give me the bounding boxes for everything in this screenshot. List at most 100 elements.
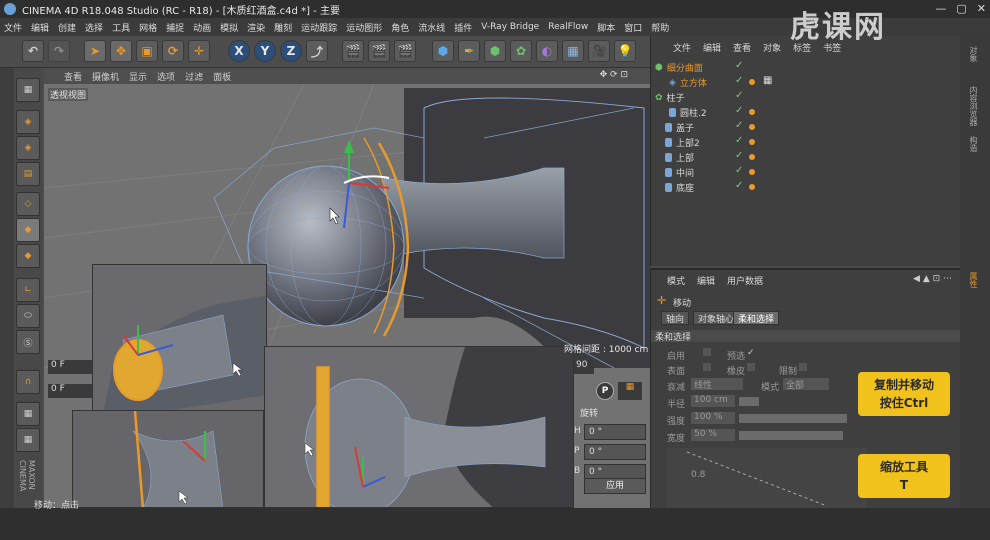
viewport[interactable]: 查看 摄像机 显示 选项 过滤 面板 ✥ ⟳ ⊡ 透视视图 网格间距: 100… (44, 68, 650, 508)
om-menu-view[interactable]: 查看 (733, 41, 751, 57)
object-row[interactable]: 圆柱.2 (651, 105, 961, 120)
menu-tools[interactable]: 工具 (112, 21, 130, 34)
menu-realflow[interactable]: RealFlow (548, 22, 588, 32)
width-slider[interactable] (739, 431, 843, 440)
object-row[interactable]: 底座 (651, 180, 961, 195)
frame-start-field[interactable]: 0 F (48, 360, 92, 374)
z-axis-lock-button[interactable]: Z (280, 40, 302, 62)
y-axis-lock-button[interactable]: Y (254, 40, 276, 62)
axis-mode-button[interactable]: ∟ (16, 278, 40, 302)
tab-objects[interactable]: 对象 (968, 46, 979, 62)
apply-button[interactable]: 应用 (584, 478, 646, 494)
pen-spline-button[interactable]: ✒ (458, 40, 480, 62)
visibility-check-icon[interactable]: ✓ (735, 180, 743, 191)
menu-select[interactable]: 选择 (85, 21, 103, 34)
x-axis-lock-button[interactable]: X (228, 40, 250, 62)
material-tag-icon[interactable] (749, 79, 755, 85)
lock-workplane-button[interactable]: ▦ (16, 428, 40, 452)
deformer-button[interactable]: ◐ (536, 40, 558, 62)
array-button[interactable]: ✿ (510, 40, 532, 62)
texture-mode-button[interactable]: ◈ (16, 136, 40, 160)
material-tag-icon[interactable] (749, 124, 755, 130)
scale-tool-button[interactable]: ▣ (136, 40, 158, 62)
preview-check-icon[interactable]: ✓ (747, 348, 755, 358)
magnet-button[interactable]: ∩ (16, 370, 40, 394)
minimize-button[interactable]: — (935, 2, 946, 15)
maximize-button[interactable]: ▢ (956, 2, 966, 15)
checker-tag-icon[interactable]: ▦ (763, 75, 772, 86)
am-menu-userdata[interactable]: 用户数据 (727, 274, 763, 287)
vp-menu-panel[interactable]: 面板 (213, 70, 231, 83)
object-row[interactable]: 上部2 (651, 135, 961, 150)
object-row[interactable]: ✿ 柱子 (651, 90, 961, 105)
render-picture-viewer-button[interactable]: 🎬 (368, 40, 390, 62)
viewport-nav-icons[interactable]: ✥ ⟳ ⊡ (600, 70, 628, 80)
object-row[interactable]: ◈ 立方体 (651, 75, 961, 90)
material-tag-icon[interactable] (749, 169, 755, 175)
object-row[interactable]: 中间 (651, 165, 961, 180)
frame-current-field[interactable]: 0 F (48, 384, 92, 398)
make-editable-button[interactable]: ▦ (16, 78, 40, 102)
tweak-mode-button[interactable]: ⬭ (16, 304, 40, 328)
width-field[interactable]: 50 % (691, 429, 735, 441)
visibility-check-icon[interactable]: ✓ (735, 120, 743, 131)
tab-content-browser[interactable]: 内容浏览器 (968, 86, 979, 126)
camera-button[interactable]: 🎥 (588, 40, 610, 62)
rotation-h-field[interactable]: 0 ° (584, 424, 646, 440)
menu-mesh[interactable]: 网格 (139, 21, 157, 34)
redo-button[interactable]: ↷ (48, 40, 70, 62)
om-menu-object[interactable]: 对象 (763, 41, 781, 57)
material-tag-icon[interactable] (749, 109, 755, 115)
menu-help[interactable]: 帮助 (651, 21, 669, 34)
om-menu-file[interactable]: 文件 (673, 41, 691, 57)
menu-sculpt[interactable]: 雕刻 (274, 21, 292, 34)
object-row[interactable]: 盖子 (651, 120, 961, 135)
coordinate-system-button[interactable]: ⤴ (306, 40, 328, 62)
mode-dropdown[interactable]: 全部 (783, 378, 829, 391)
subdivision-button[interactable]: ⬢ (484, 40, 506, 62)
rubber-checkbox[interactable] (747, 363, 755, 371)
radius-field[interactable]: 100 cm (691, 395, 735, 407)
timeline-options-button[interactable]: ▦ (618, 382, 642, 400)
menu-motion-tracking[interactable]: 运动跟踪 (301, 21, 337, 34)
points-mode-button[interactable]: ◇ (16, 192, 40, 216)
tab-soft-selection[interactable]: 柔和选择 (733, 311, 780, 325)
edges-mode-button[interactable]: ◆ (16, 218, 40, 242)
limit-checkbox[interactable] (799, 363, 807, 371)
menu-simulate[interactable]: 模拟 (220, 21, 238, 34)
menu-mograph[interactable]: 运动图形 (346, 21, 382, 34)
menu-window[interactable]: 窗口 (624, 21, 642, 34)
object-row[interactable]: ⬢ 细分曲面 (651, 60, 961, 75)
attribute-nav-icons[interactable]: ◀ ▲ ⊡ ⋯ (913, 274, 952, 284)
menu-snap[interactable]: 捕捉 (166, 21, 184, 34)
menu-render[interactable]: 渲染 (247, 21, 265, 34)
snap-button[interactable]: Ⓢ (16, 330, 40, 354)
cube-object-button[interactable]: ⬢ (432, 40, 454, 62)
workplane-grid-button[interactable]: ▦ (16, 402, 40, 426)
visibility-check-icon[interactable]: ✓ (735, 105, 743, 116)
om-menu-edit[interactable]: 编辑 (703, 41, 721, 57)
rotation-p-field[interactable]: 0 ° (584, 444, 646, 460)
tab-axis[interactable]: 轴向 (661, 311, 690, 325)
vp-menu-camera[interactable]: 摄像机 (92, 70, 119, 83)
am-menu-mode[interactable]: 模式 (667, 274, 685, 287)
rotate-tool-button[interactable]: ⟳ (162, 40, 184, 62)
radius-slider[interactable] (739, 397, 759, 406)
select-tool-button[interactable]: ➤ (84, 40, 106, 62)
model-mode-button[interactable]: ◈ (16, 110, 40, 134)
visibility-check-icon[interactable]: ✓ (735, 60, 743, 71)
strength-field[interactable]: 100 % (691, 412, 735, 424)
vp-menu-filter[interactable]: 过滤 (185, 70, 203, 83)
live-select-button[interactable]: ✛ (188, 40, 210, 62)
move-tool-button[interactable]: ✥ (110, 40, 132, 62)
menu-plugins[interactable]: 插件 (454, 21, 472, 34)
visibility-check-icon[interactable]: ✓ (735, 150, 743, 161)
strength-slider[interactable] (739, 414, 847, 423)
vp-menu-display[interactable]: 显示 (129, 70, 147, 83)
light-button[interactable]: 💡 (614, 40, 636, 62)
menu-create[interactable]: 创建 (58, 21, 76, 34)
workplane-mode-button[interactable]: ▤ (16, 162, 40, 186)
menu-character[interactable]: 角色 (391, 21, 409, 34)
visibility-check-icon[interactable]: ✓ (735, 165, 743, 176)
menu-script[interactable]: 脚本 (597, 21, 615, 34)
